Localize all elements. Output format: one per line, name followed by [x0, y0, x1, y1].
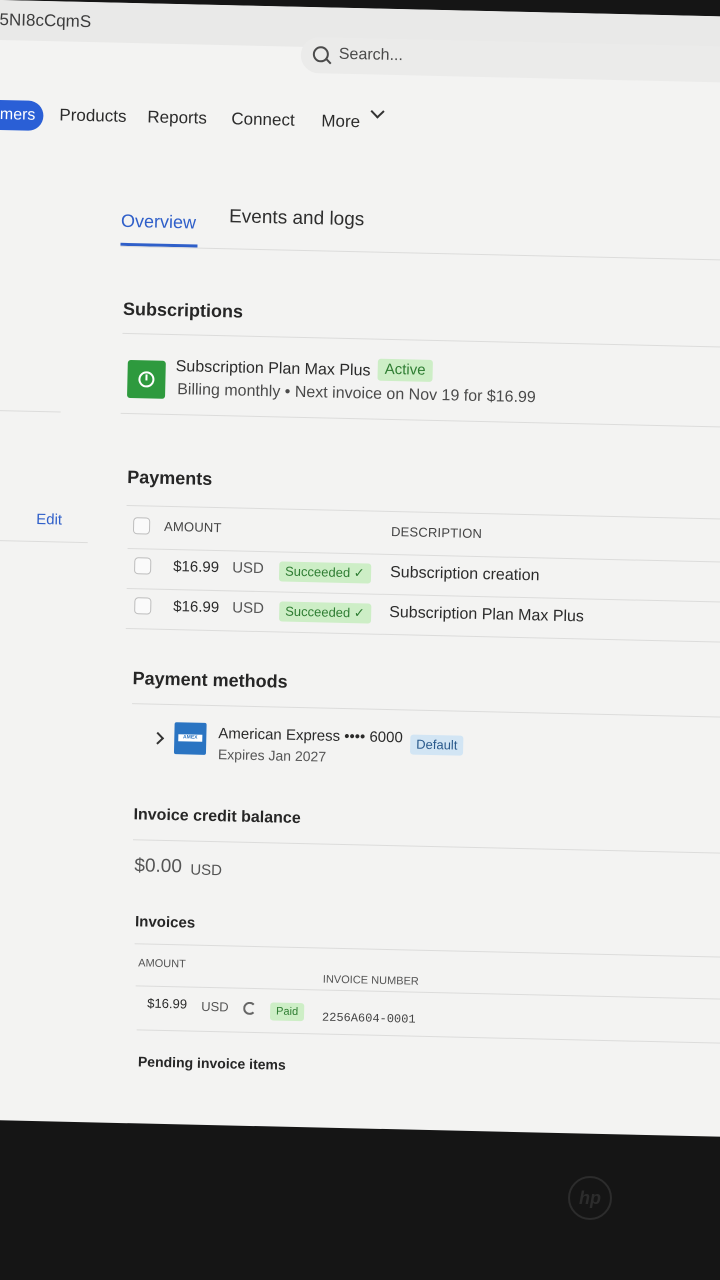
select-all-checkbox[interactable] — [132, 517, 151, 535]
payment-status-badge: Succeeded ✓ — [278, 601, 371, 624]
payment-currency: USD — [232, 599, 265, 618]
subscription-row-divider — [120, 412, 720, 429]
invoices-divider — [134, 943, 720, 959]
payment-methods-divider — [132, 703, 720, 719]
search-placeholder: Search... — [338, 45, 404, 65]
card-expiry: Expires Jan 2027 — [217, 746, 327, 765]
sidebar-chevron-down-icon[interactable]: ⌄ — [0, 432, 1, 450]
subscription-plan-name[interactable]: Subscription Plan Max Plus — [176, 358, 371, 380]
chevron-right-icon[interactable] — [151, 731, 165, 745]
credit-balance-heading: Invoice credit balance — [133, 806, 301, 828]
credit-balance-currency: USD — [190, 861, 223, 880]
subscriptions-heading: Subscriptions — [122, 298, 244, 322]
subscription-status-badge: Active — [377, 358, 433, 382]
payment-amount: $16.99 — [172, 558, 220, 577]
nav-more[interactable]: More — [321, 111, 360, 132]
credit-balance-amount: $0.00 — [134, 855, 183, 878]
default-badge: Default — [409, 734, 464, 756]
nav-products[interactable]: Products — [59, 105, 127, 127]
sidebar-divider — [0, 409, 61, 413]
hp-logo-icon: hp — [568, 1176, 612, 1220]
payment-currency: USD — [231, 559, 265, 578]
payment-amount: $16.99 — [173, 598, 220, 617]
invoices-number-header: INVOICE NUMBER — [322, 973, 419, 988]
sidebar-divider-2 — [0, 539, 88, 544]
invoice-currency: USD — [201, 998, 229, 1015]
pending-invoice-items-heading: Pending invoice items — [137, 1053, 286, 1073]
payments-heading: Payments — [126, 467, 213, 489]
nav-reports[interactable]: Reports — [147, 107, 207, 128]
dashboard-screen: 5NI8cCqmS Search... omers Products Repor… — [0, 0, 720, 1137]
card-name[interactable]: American Express •••• 6000 — [218, 725, 403, 746]
invoice-number[interactable]: 2256A604-0001 — [322, 1011, 416, 1027]
tab-events-and-logs[interactable]: Events and logs — [229, 206, 365, 231]
invoices-row-divider — [136, 1029, 720, 1045]
invoice-status-badge: Paid — [269, 1002, 305, 1022]
sync-icon — [243, 1001, 257, 1016]
amex-card-icon: AMEX — [173, 722, 207, 755]
payments-row-divider — [125, 628, 720, 644]
tabs-divider — [120, 245, 720, 262]
payment-description: Subscription Plan Max Plus — [389, 603, 585, 626]
row-checkbox[interactable] — [134, 557, 152, 575]
invoices-heading: Invoices — [134, 913, 196, 932]
edit-link[interactable]: Edit — [36, 511, 62, 529]
row-checkbox[interactable] — [134, 597, 152, 615]
subscriptions-divider — [122, 332, 720, 349]
payment-methods-heading: Payment methods — [132, 668, 288, 692]
nav-customers[interactable]: omers — [0, 99, 44, 132]
credit-divider — [132, 839, 720, 855]
invoice-amount: $16.99 — [147, 995, 188, 1012]
nav-connect[interactable]: Connect — [231, 109, 295, 130]
invoices-amount-header: AMOUNT — [138, 957, 186, 971]
search-icon — [312, 46, 330, 63]
payments-description-header: DESCRIPTION — [390, 524, 483, 542]
tab-overview[interactable]: Overview — [121, 211, 196, 234]
subscription-clock-icon — [127, 359, 166, 399]
chevron-down-icon[interactable] — [370, 104, 385, 119]
payments-divider — [126, 505, 720, 521]
payment-status-badge: Succeeded ✓ — [278, 561, 371, 584]
subscription-billing-info: Billing monthly • Next invoice on Nov 19… — [177, 381, 536, 407]
url-text: 5NI8cCqmS — [0, 9, 92, 32]
payments-amount-header: AMOUNT — [163, 518, 222, 536]
payment-description: Subscription creation — [389, 564, 540, 585]
